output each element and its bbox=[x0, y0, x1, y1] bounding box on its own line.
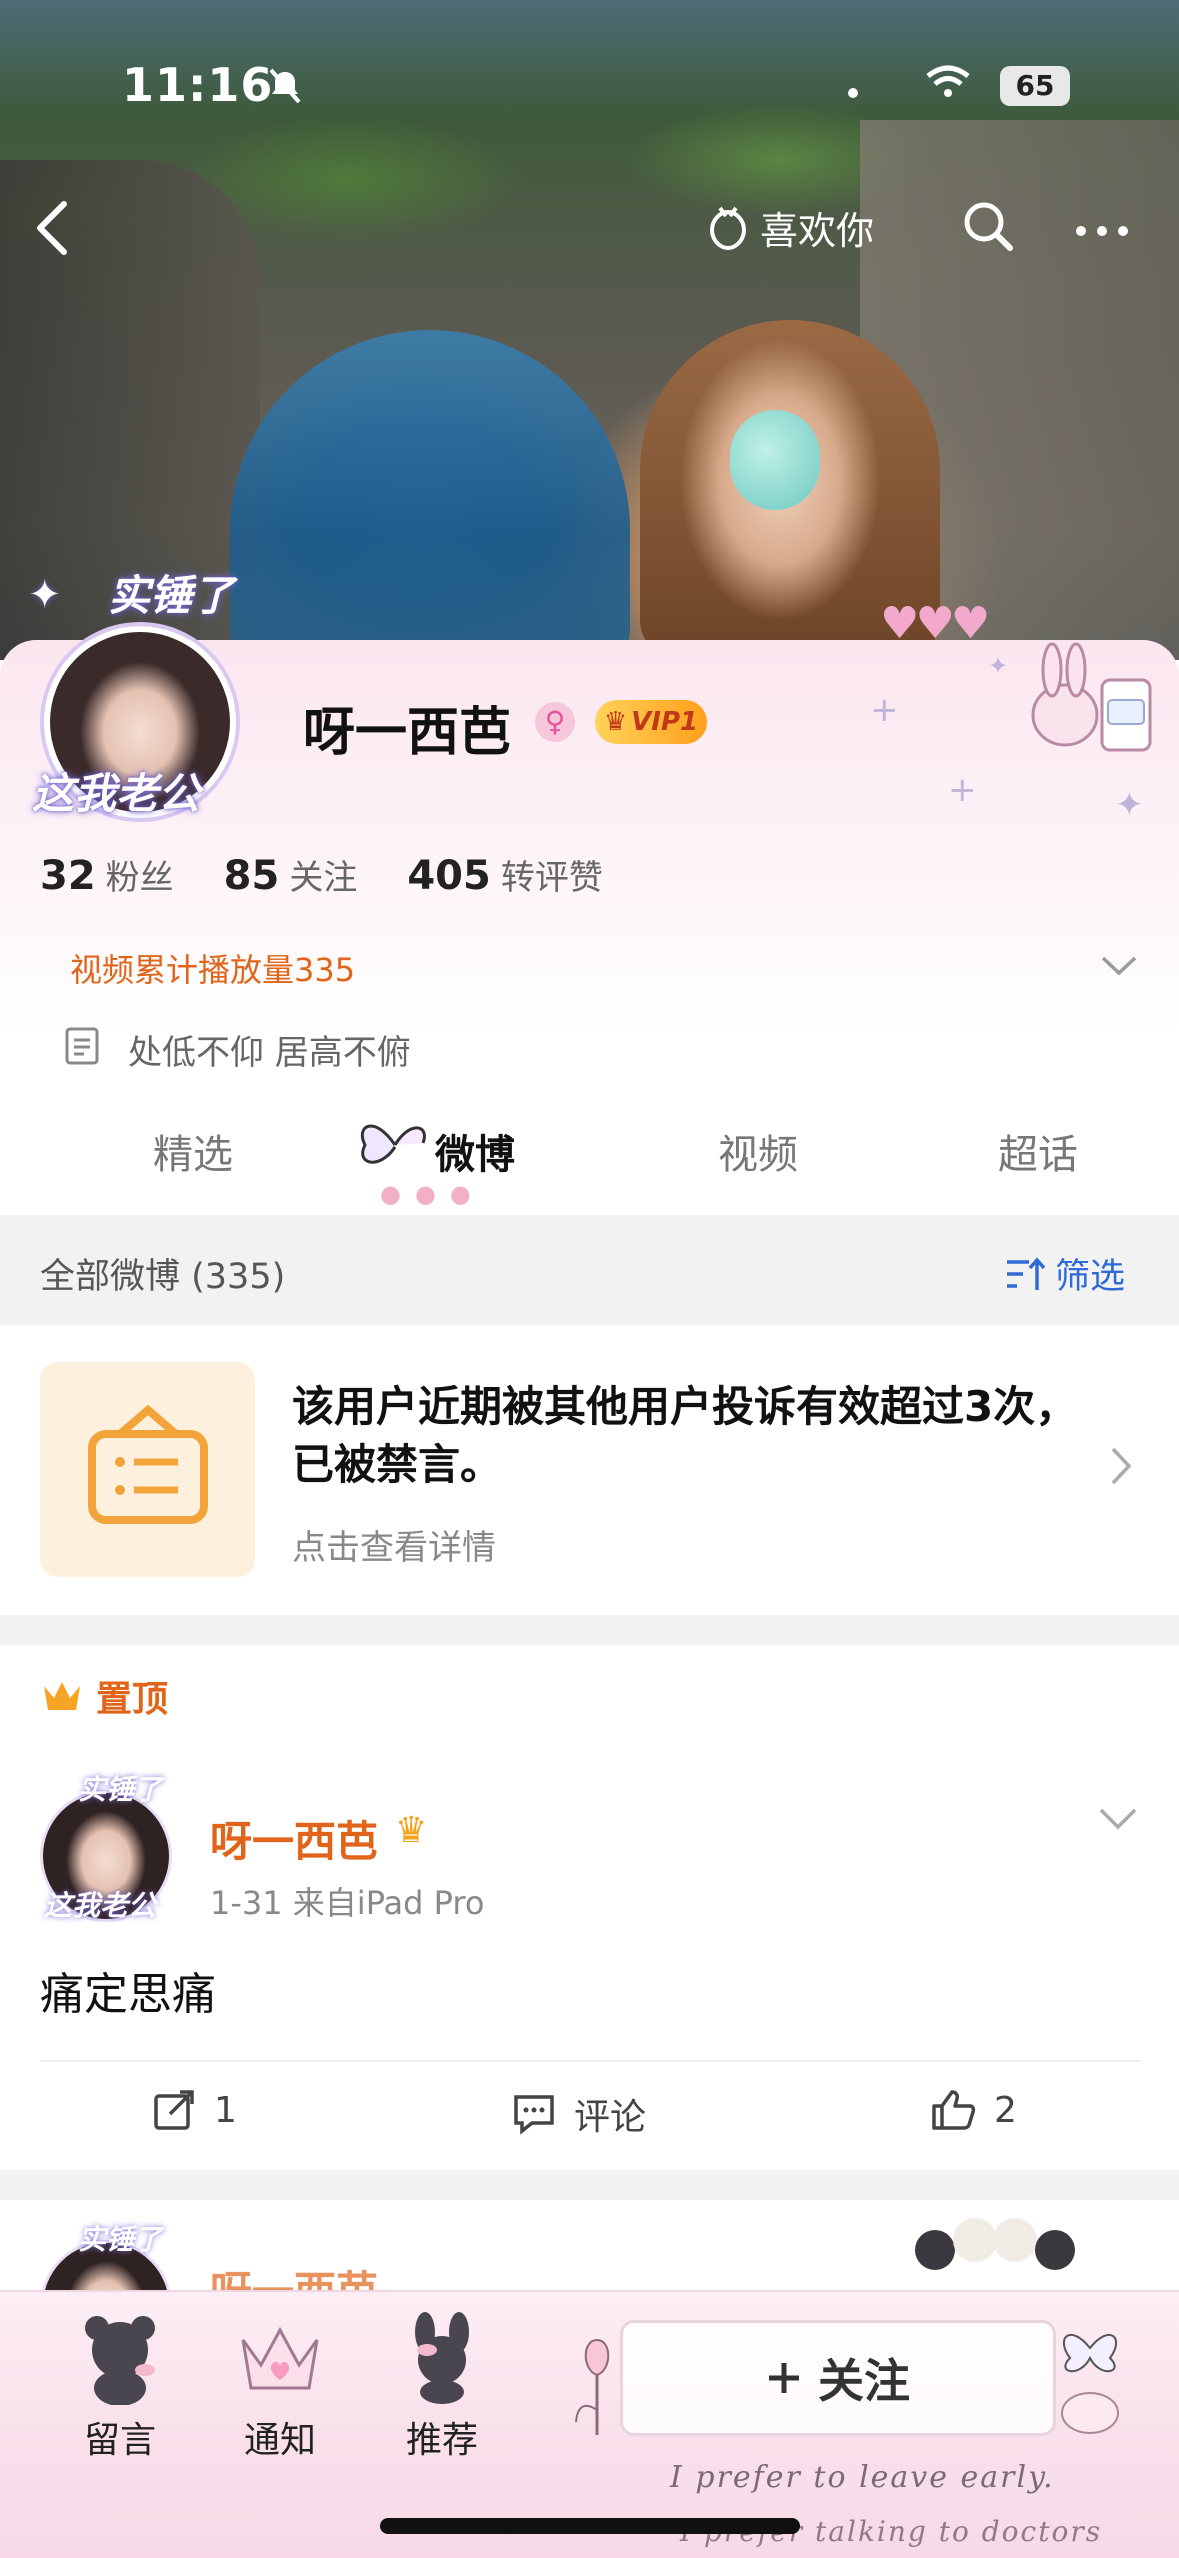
message-board-label: 留言 bbox=[83, 2420, 156, 2461]
video-play-count: 视频累计播放量335 bbox=[70, 951, 356, 989]
tulip-decoration bbox=[572, 2330, 622, 2440]
cellular-signal-icon bbox=[848, 88, 858, 98]
bunny-icon bbox=[397, 2310, 487, 2405]
notification-button[interactable]: 通知 bbox=[210, 2310, 350, 2463]
following-label[interactable]: 关注 bbox=[289, 850, 357, 899]
crown-icon bbox=[44, 1682, 80, 1710]
divider bbox=[0, 1615, 1179, 1645]
decorative-script-line1: I prefer to leave early. bbox=[670, 2460, 1055, 2495]
home-indicator[interactable] bbox=[380, 2518, 800, 2534]
post-menu-chevron-icon[interactable] bbox=[1098, 1800, 1138, 1840]
tab-video[interactable]: 视频 bbox=[718, 1122, 798, 1180]
thumbs-up-icon bbox=[932, 2090, 976, 2130]
butterfly-shell-decoration bbox=[1050, 2318, 1130, 2438]
sparkle-decoration: ✦ bbox=[988, 652, 1009, 680]
post-meta: 1-31 来自iPad Pro bbox=[210, 1884, 485, 1922]
pinned-label: 置顶 bbox=[40, 1670, 168, 1722]
notice-title: 该用户近期被其他用户投诉有效超过3次，已被禁言。 bbox=[292, 1382, 1078, 1489]
vip-label: VIP1 bbox=[631, 707, 699, 737]
plus-icon bbox=[769, 2363, 799, 2393]
notification-label: 通知 bbox=[243, 2420, 316, 2461]
peach-hand-icon bbox=[709, 206, 747, 250]
bear-icon bbox=[75, 2310, 165, 2406]
cover-hairclip bbox=[730, 410, 820, 510]
notice-icon-box bbox=[40, 1362, 255, 1577]
back-arrow-icon[interactable] bbox=[32, 198, 78, 256]
sparkle-decoration: ✦ bbox=[28, 572, 62, 618]
bell-muted-icon bbox=[265, 66, 305, 115]
butterfly-icon bbox=[355, 1115, 435, 1175]
cover-sea-arch bbox=[230, 330, 630, 660]
post-username[interactable]: 呀一西芭 bbox=[210, 1808, 378, 1869]
profile-tabs: 精选 微博 视频 超话 bbox=[0, 1100, 1179, 1215]
recommend-label: 推荐 bbox=[405, 2420, 478, 2461]
filter-label: 筛选 bbox=[1055, 1257, 1126, 1297]
document-icon bbox=[64, 1026, 100, 1066]
bunny-decoration bbox=[1020, 640, 1160, 760]
like-count: 2 bbox=[994, 2089, 1017, 2131]
repost-count: 1 bbox=[214, 2089, 237, 2131]
tab-weibo[interactable]: 微博 bbox=[435, 1122, 515, 1180]
chevron-right-icon[interactable] bbox=[1110, 1446, 1132, 1497]
likes-you-label: 喜欢你 bbox=[760, 209, 875, 253]
filter-button[interactable]: 筛选 bbox=[1005, 1248, 1125, 1299]
signboard-icon bbox=[88, 1404, 208, 1524]
more-options-icon[interactable] bbox=[1074, 212, 1130, 238]
share-icon bbox=[154, 2090, 194, 2130]
expand-chevron-icon[interactable] bbox=[1100, 945, 1138, 986]
divider bbox=[40, 2060, 1140, 2062]
sparkle-decoration: + bbox=[870, 690, 899, 730]
bunny-group-decoration bbox=[905, 2210, 1085, 2280]
sparkle-decoration: + bbox=[948, 770, 977, 810]
post-body: 痛定思痛 bbox=[40, 1969, 216, 2020]
all-weibo-count: 全部微博 (335) bbox=[40, 1257, 286, 1297]
sparkle-decoration: ✦ bbox=[1115, 785, 1144, 825]
vip-crown-icon: ♛ bbox=[395, 1810, 428, 1851]
female-gender-icon: ♀ bbox=[535, 702, 575, 742]
avatar-badge-bottom: 这我老公 bbox=[32, 769, 201, 818]
post-avatar-badge-bottom: 这我老公 bbox=[44, 1889, 157, 1922]
filter-icon bbox=[1007, 1256, 1045, 1290]
crown-icon: ♛ bbox=[603, 707, 628, 737]
comment-icon bbox=[514, 2095, 554, 2135]
following-count[interactable]: 85 bbox=[224, 853, 280, 899]
profile-username: 呀一西芭 bbox=[303, 703, 512, 763]
profile-bio: 处低不仰 居高不俯 bbox=[128, 1033, 411, 1073]
wifi-icon bbox=[925, 64, 971, 109]
profile-avatar[interactable]: 实锤了 这我老公 ✦ bbox=[28, 571, 268, 818]
follow-label: 关注 bbox=[818, 2354, 910, 2408]
crown-icon bbox=[235, 2310, 325, 2405]
comment-label: 评论 bbox=[574, 2097, 647, 2138]
hearts-decoration: ♥♥♥ bbox=[880, 598, 990, 649]
engagement-label[interactable]: 转评赞 bbox=[501, 850, 603, 899]
petals-decoration: ●●● bbox=[380, 1180, 485, 1208]
comment-button[interactable]: 评论 bbox=[512, 2088, 646, 2140]
repost-button[interactable]: 1 bbox=[152, 2088, 237, 2132]
post-actions: 1 评论 2 bbox=[0, 2080, 1179, 2160]
recommend-button[interactable]: 推荐 bbox=[372, 2310, 512, 2463]
message-board-button[interactable]: 留言 bbox=[50, 2310, 190, 2463]
followers-label[interactable]: 粉丝 bbox=[106, 850, 174, 899]
likes-you-button[interactable]: 喜欢你 bbox=[706, 200, 874, 255]
notice-detail-link[interactable]: 点击查看详情 bbox=[292, 1520, 496, 1569]
divider bbox=[0, 2170, 1179, 2200]
battery-indicator: 65 bbox=[1000, 66, 1070, 106]
tab-super-topic[interactable]: 超话 bbox=[998, 1122, 1078, 1180]
post2-avatar-badge-top: 实锤了 bbox=[78, 2223, 163, 2256]
search-icon[interactable] bbox=[960, 198, 1016, 258]
pinned-text: 置顶 bbox=[96, 1679, 169, 1720]
like-button[interactable]: 2 bbox=[930, 2088, 1017, 2132]
followers-count[interactable]: 32 bbox=[40, 853, 96, 899]
tab-featured[interactable]: 精选 bbox=[153, 1122, 233, 1180]
follow-button[interactable]: 关注 bbox=[620, 2320, 1056, 2436]
avatar-badge-top: 实锤了 bbox=[108, 571, 235, 620]
engagement-count[interactable]: 405 bbox=[407, 853, 491, 899]
profile-stats: 32 粉丝 85 关注 405 转评赞 bbox=[40, 850, 653, 899]
post-avatar-badge-top: 实锤了 bbox=[78, 1773, 163, 1806]
vip-badge[interactable]: ♛ VIP1 bbox=[595, 700, 707, 744]
status-time: 11:16 bbox=[122, 58, 274, 112]
